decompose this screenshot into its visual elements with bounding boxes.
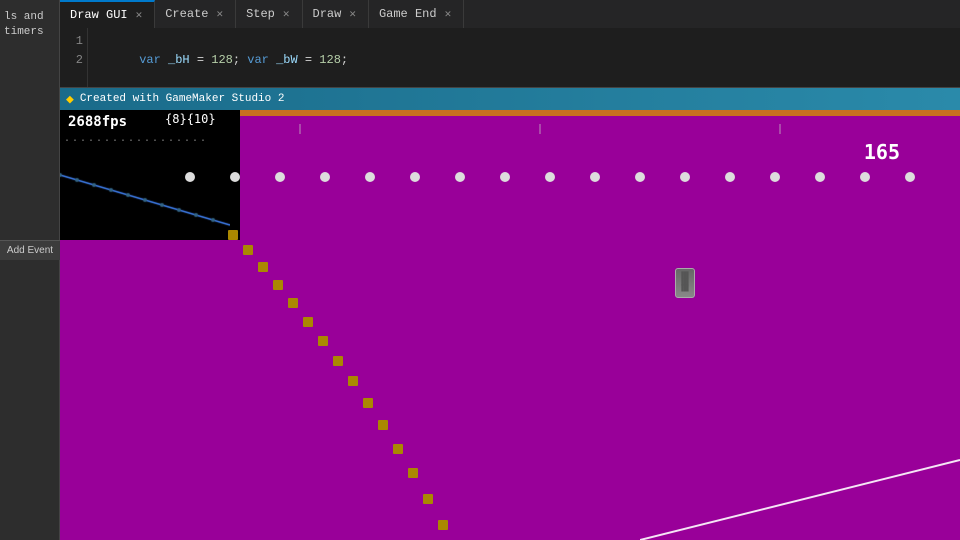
sidebar-title: ls and timers: [0, 0, 59, 51]
fps-display: 2688fps {8}{10} ..................: [60, 110, 240, 240]
tab-draw-close[interactable]: ✕: [347, 7, 358, 21]
tab-bar: Draw GUI ✕ Create ✕ Step ✕ Draw ✕ Game E…: [60, 0, 960, 28]
white-line: [640, 450, 960, 540]
fps-coords: {8}{10}: [161, 112, 220, 132]
line-numbers: 1 2: [60, 28, 88, 87]
tab-game-end-close[interactable]: ✕: [443, 7, 454, 21]
game-canvas: 2688fps {8}{10} .................. 165: [60, 110, 960, 540]
enemy-trail: [160, 230, 460, 540]
game-titlebar: ◆ Created with GameMaker Studio 2: [60, 88, 960, 110]
tab-step-close[interactable]: ✕: [281, 7, 292, 21]
game-window: ◆ Created with GameMaker Studio 2 2688fp…: [60, 88, 960, 540]
tab-step[interactable]: Step ✕: [236, 0, 302, 28]
player-sprite: ▐█▌▐█▌▐█▌: [675, 268, 695, 298]
tab-draw-gui-label: Draw GUI: [70, 8, 128, 22]
score-display: 165: [864, 140, 900, 164]
ball-row: [180, 170, 960, 185]
tab-game-end-label: Game End: [379, 7, 437, 21]
tab-game-end[interactable]: Game End ✕: [369, 0, 464, 28]
code-line-1: var _bH = 128; var _bW = 128;: [96, 32, 348, 90]
tab-create-close[interactable]: ✕: [214, 7, 225, 21]
fps-text: 2688fps: [64, 112, 131, 132]
add-event-button[interactable]: Add Event: [0, 240, 60, 260]
code-editor[interactable]: 1 2 var _bH = 128; var _bW = 128; draw_s…: [60, 28, 960, 88]
tab-draw[interactable]: Draw ✕: [303, 0, 369, 28]
code-content[interactable]: var _bH = 128; var _bW = 128; draw_set_c…: [88, 28, 356, 87]
tab-step-label: Step: [246, 7, 275, 21]
game-title: Created with GameMaker Studio 2: [80, 93, 285, 105]
tab-draw-gui[interactable]: Draw GUI ✕: [60, 0, 155, 28]
fps-canvas: [60, 145, 230, 235]
tab-create[interactable]: Create ✕: [155, 0, 236, 28]
tab-create-label: Create: [165, 7, 208, 21]
tab-draw-gui-close[interactable]: ✕: [134, 8, 145, 22]
gamemaker-icon: ◆: [66, 92, 74, 107]
tab-draw-label: Draw: [313, 7, 342, 21]
fps-dots: ..................: [60, 134, 240, 145]
sidebar: ls and timers Add Event: [0, 0, 60, 540]
